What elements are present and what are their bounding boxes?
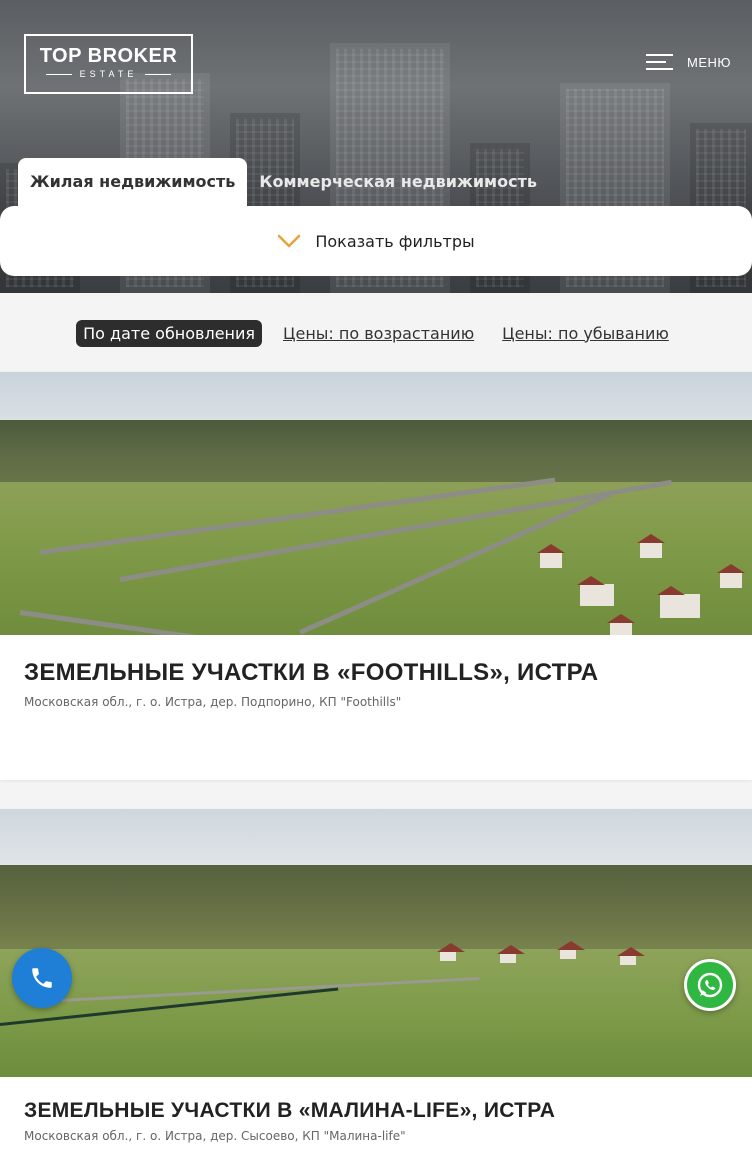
sort-price-asc[interactable]: Цены: по возрастанию xyxy=(276,320,481,347)
property-type-tabs: Жилая недвижимость Коммерческая недвижим… xyxy=(18,158,549,206)
listing-address: Московская обл., г. о. Истра, дер. Сысое… xyxy=(24,1129,406,1143)
sort-price-desc[interactable]: Цены: по убыванию xyxy=(495,320,676,347)
logo-subtitle: ESTATE xyxy=(79,69,138,79)
whatsapp-icon xyxy=(697,972,723,998)
listing-title[interactable]: ЗЕМЕЛЬНЫЕ УЧАСТКИ В «МАЛИНА-LIFE», ИСТРА xyxy=(24,1099,728,1123)
logo-divider xyxy=(145,73,172,75)
show-filters-button[interactable]: Показать фильтры xyxy=(0,206,752,276)
whatsapp-button[interactable] xyxy=(684,959,736,1011)
listing-card[interactable]: ЗЕМЕЛЬНЫЕ УЧАСТКИ В «МАЛИНА-LIFE», ИСТРА… xyxy=(0,809,752,1152)
listing-photo[interactable] xyxy=(0,809,752,1077)
sort-bar: По дате обновления Цены: по возрастанию … xyxy=(0,293,752,373)
logo-title: TOP BROKER xyxy=(39,45,178,67)
menu-button[interactable]: МЕНЮ xyxy=(646,52,731,72)
tab-commercial[interactable]: Коммерческая недвижимость xyxy=(247,158,549,206)
logo-subtitle-row: ESTATE xyxy=(26,69,191,79)
listing-address: Московская обл., г. о. Истра, дер. Подпо… xyxy=(24,695,402,709)
phone-icon xyxy=(32,968,52,988)
tab-residential[interactable]: Жилая недвижимость xyxy=(18,158,248,206)
listing-photo[interactable] xyxy=(0,372,752,635)
logo-divider xyxy=(45,73,72,75)
sort-by-date[interactable]: По дате обновления xyxy=(76,319,263,347)
call-button[interactable] xyxy=(12,948,72,1008)
chevron-down-icon xyxy=(278,234,301,248)
logo[interactable]: TOP BROKER ESTATE xyxy=(24,34,193,94)
listing-card[interactable]: ЗЕМЕЛЬНЫЕ УЧАСТКИ В «FOOTHILLS», ИСТРА М… xyxy=(0,372,752,780)
show-filters-label: Показать фильтры xyxy=(315,231,475,251)
menu-label: МЕНЮ xyxy=(687,54,732,70)
listing-title[interactable]: ЗЕМЕЛЬНЫЕ УЧАСТКИ В «FOOTHILLS», ИСТРА xyxy=(24,659,728,687)
hamburger-icon xyxy=(646,52,673,72)
